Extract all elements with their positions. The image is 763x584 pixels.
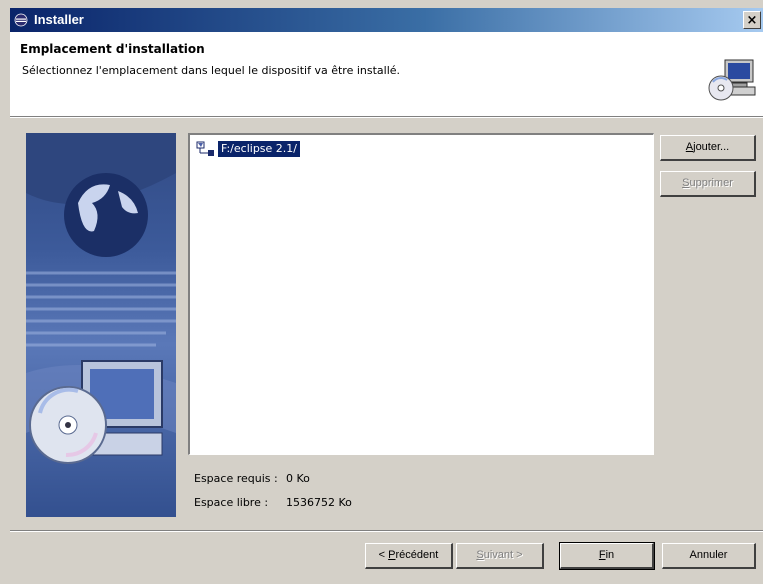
location-list[interactable]: F:/eclipse 2.1/ (188, 133, 654, 455)
header-divider (10, 117, 763, 118)
app-icon (14, 13, 28, 27)
close-icon: × (746, 13, 758, 28)
page-description: Sélectionnez l'emplacement dans lequel l… (22, 64, 401, 77)
space-free-value: 1536752 Ko (286, 496, 352, 509)
location-path: F:/eclipse 2.1/ (218, 141, 300, 157)
globe-disc-illustration (26, 133, 176, 464)
location-tree-icon (196, 141, 214, 156)
space-required-row: Espace requis : 0 Ko (194, 472, 310, 485)
next-button[interactable]: Suivant > (456, 543, 544, 569)
add-location-button[interactable]: Ajouter... (660, 135, 756, 161)
finish-button[interactable]: Fin (559, 542, 655, 570)
wizard-banner-image (26, 133, 176, 517)
remove-location-button[interactable]: Supprimer (660, 171, 756, 197)
space-free-row: Espace libre : 1536752 Ko (194, 496, 352, 509)
title-bar: Installer × (10, 8, 763, 32)
page-title: Emplacement d'installation (20, 42, 205, 56)
wizard-header: Emplacement d'installation Sélectionnez … (10, 32, 763, 117)
install-computer-icon (708, 59, 756, 101)
cancel-button[interactable]: Annuler (662, 543, 756, 569)
space-free-label: Espace libre : (194, 496, 269, 509)
space-required-value: 0 Ko (286, 472, 310, 485)
close-button[interactable]: × (743, 11, 761, 29)
space-required-label: Espace requis : (194, 472, 278, 485)
footer-divider (10, 530, 763, 532)
window-title: Installer (34, 12, 84, 27)
back-button[interactable]: < Précédent (365, 543, 453, 569)
